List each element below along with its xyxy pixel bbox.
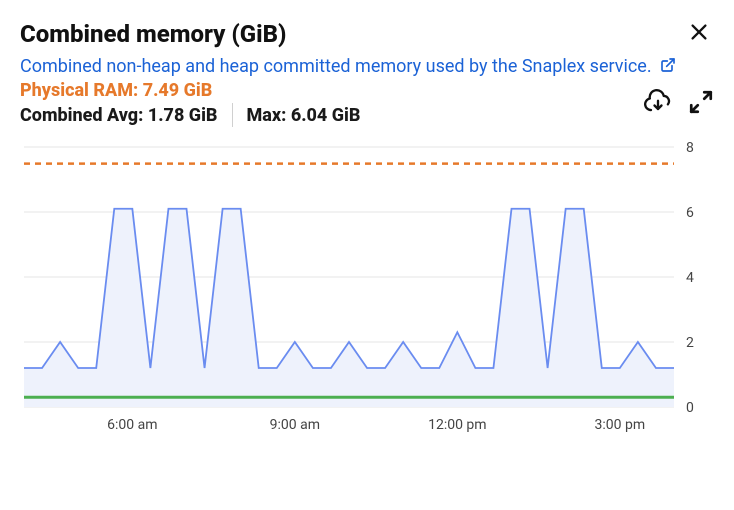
stat-divider [232, 103, 233, 127]
svg-text:12:00 pm: 12:00 pm [428, 417, 486, 433]
close-icon [688, 21, 710, 43]
svg-text:6:00 am: 6:00 am [107, 417, 157, 433]
physical-ram-value: 7.49 GiB [143, 80, 213, 101]
combined-max-label: Max: [247, 105, 287, 126]
cloud-download-icon [644, 88, 672, 116]
svg-text:4: 4 [686, 270, 694, 286]
combined-avg: Combined Avg: 1.78 GiB [20, 105, 218, 126]
physical-ram-label: Physical RAM: [20, 80, 138, 101]
svg-text:2: 2 [686, 335, 694, 351]
close-button[interactable] [684, 20, 714, 48]
combined-max: Max: 6.04 GiB [247, 105, 361, 126]
physical-ram: Physical RAM: 7.49 GiB [20, 80, 360, 101]
svg-text:0: 0 [686, 400, 694, 416]
memory-chart: 0 2 4 6 8 6:00 am 9:00 am 12:00 pm 3:00 pm [20, 137, 714, 437]
svg-text:8: 8 [686, 140, 694, 156]
external-link-icon [660, 55, 676, 80]
combined-max-value: 6.04 GiB [291, 105, 361, 126]
svg-text:6: 6 [686, 205, 694, 221]
expand-button[interactable] [688, 89, 714, 119]
description-text: Combined non-heap and heap committed mem… [20, 56, 652, 77]
download-button[interactable] [644, 88, 672, 120]
page-title: Combined memory (GiB) [20, 20, 286, 48]
svg-text:9:00 am: 9:00 am [270, 417, 320, 433]
expand-icon [688, 89, 714, 115]
combined-avg-value: 1.78 GiB [148, 105, 218, 126]
description-link[interactable]: Combined non-heap and heap committed mem… [20, 56, 676, 77]
chart-svg: 0 2 4 6 8 6:00 am 9:00 am 12:00 pm 3:00 pm [20, 137, 714, 437]
combined-avg-label: Combined Avg: [20, 105, 143, 126]
svg-text:3:00 pm: 3:00 pm [595, 417, 646, 433]
